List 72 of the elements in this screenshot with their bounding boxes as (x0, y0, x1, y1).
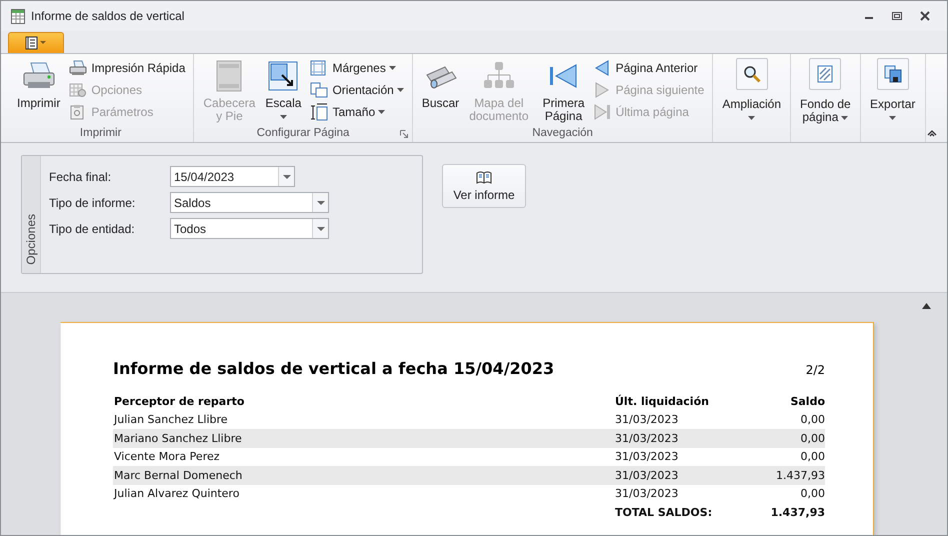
table-cell-text: 1.437,93 (775, 468, 825, 482)
dropdown-icon (316, 226, 324, 230)
magnifier-icon (742, 65, 761, 83)
table-cell-text: 31/03/2023 (615, 413, 680, 426)
group-label: Navegación (532, 127, 593, 139)
scale-icon (268, 61, 298, 91)
ribbon-button[interactable]: Imprimir (14, 58, 64, 110)
report-title: Informe de saldos de vertical a fecha 15/04/2023 (113, 359, 554, 378)
table-cell-text: Mariano Sanchez Llibre (113, 432, 243, 445)
table-cell-text: 31/03/2023 (615, 468, 680, 482)
ribbon-button[interactable]: Impresión Rápida (67, 58, 188, 78)
field-label: Tipo de entidad: (49, 222, 136, 236)
table-cell-text: 31/03/2023 (615, 432, 680, 445)
ribbon-button[interactable]: Tamaño (308, 102, 406, 122)
ribbon-button[interactable]: Fondo de página (797, 58, 854, 124)
margins-icon (310, 60, 326, 76)
tree-icon (482, 61, 516, 91)
clipboard-icon (69, 104, 86, 120)
table-cell-text: 31/03/2023 (615, 487, 680, 500)
table-cell-text: Julian Alvarez Quintero (113, 487, 240, 500)
table-cell-text: 0,00 (800, 487, 825, 500)
combo-field[interactable]: 15/04/2023 (170, 166, 295, 187)
page-size-icon (310, 103, 328, 121)
field-label: Tipo de informe: (49, 196, 136, 210)
pages-icon (310, 82, 328, 98)
close-icon[interactable] (919, 10, 931, 22)
spreadsheet-icon (11, 8, 25, 24)
printer-icon (69, 60, 88, 76)
combo-field[interactable]: Saldos (170, 192, 329, 213)
ribbon-button[interactable]: Exportar (866, 58, 919, 120)
total-label: TOTAL SALDOS: (615, 506, 714, 519)
table-cell-text: 0,00 (800, 413, 825, 426)
grid-gear-icon (69, 82, 88, 98)
ribbon-button[interactable]: Buscar (418, 58, 462, 110)
ribbon-button[interactable]: Márgenes (308, 58, 406, 78)
table-cell-text: 31/03/2023 (615, 450, 680, 464)
restore-icon[interactable] (891, 10, 903, 22)
table-cell-text: 0,00 (800, 432, 825, 445)
ribbon-button[interactable]: Escala (262, 58, 304, 119)
table-cell-text: Marc Bernal Domenech (113, 468, 244, 482)
ribbon-button[interactable]: Primera Página (540, 58, 588, 123)
combo-field[interactable]: Todos (170, 218, 329, 239)
document-icon (25, 36, 47, 50)
group-label: Configurar Página (256, 127, 350, 139)
page-number: 2/2 (806, 363, 825, 377)
window-title: Informe de saldos de vertical (31, 9, 184, 23)
table-cell-text: Vicente Mora Perez (113, 450, 221, 464)
hatched-page-icon (817, 65, 834, 83)
total-value: 1.437,93 (770, 506, 825, 519)
view-report-button[interactable]: Ver informe (442, 164, 526, 208)
app-menu-button[interactable] (8, 32, 64, 53)
book-icon (476, 170, 492, 184)
collapse-icon[interactable] (927, 129, 937, 137)
table-cell-text: Julian Sanchez Llibre (113, 413, 229, 426)
page-layout-icon (216, 60, 242, 92)
group-label: Imprimir (80, 127, 122, 139)
column-header: Perceptor de reparto (113, 394, 246, 408)
table-cell-text: 0,00 (800, 450, 825, 464)
launcher-icon[interactable] (400, 130, 408, 138)
floppy-icon (884, 65, 902, 83)
column-header: Últ. liquidación (615, 394, 710, 408)
scroll-up-icon[interactable] (922, 303, 931, 309)
next-icon (594, 82, 610, 98)
ribbon-button[interactable]: Página Anterior (592, 58, 706, 78)
dropdown-icon (282, 174, 290, 178)
field-label: Fecha final: (49, 170, 112, 184)
ribbon-button[interactable]: Ampliación (719, 58, 784, 120)
dropdown-icon (316, 200, 324, 204)
last-page-icon (594, 104, 612, 120)
column-header: Saldo (789, 394, 825, 408)
ribbon-button[interactable]: Orientación (308, 80, 406, 100)
previous-icon (594, 60, 610, 76)
